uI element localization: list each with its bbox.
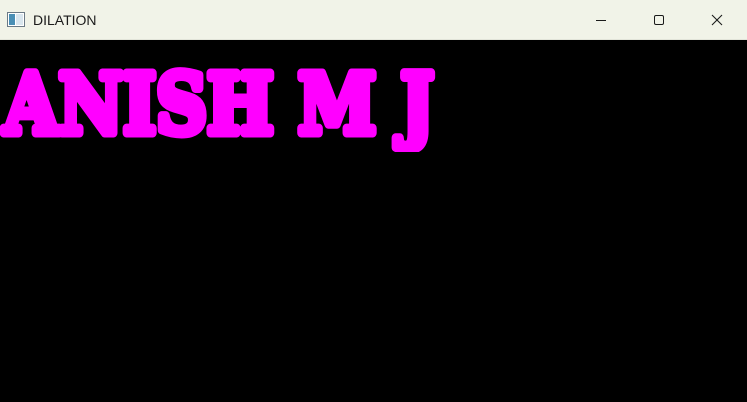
close-icon [711,14,723,26]
minimize-icon [596,20,606,21]
maximize-button[interactable] [630,0,688,40]
title-bar[interactable]: DILATION [0,0,747,40]
close-button[interactable] [688,0,746,40]
dilated-text-label: ANISH M J [3,57,434,152]
maximize-icon [654,15,664,25]
minimize-button[interactable] [572,0,630,40]
dilation-window: DILATION ANISH M J [0,0,747,402]
image-canvas: ANISH M J [0,40,747,402]
window-title: DILATION [33,12,97,28]
dilated-text: ANISH M J [0,53,439,153]
window-app-icon [7,12,25,27]
